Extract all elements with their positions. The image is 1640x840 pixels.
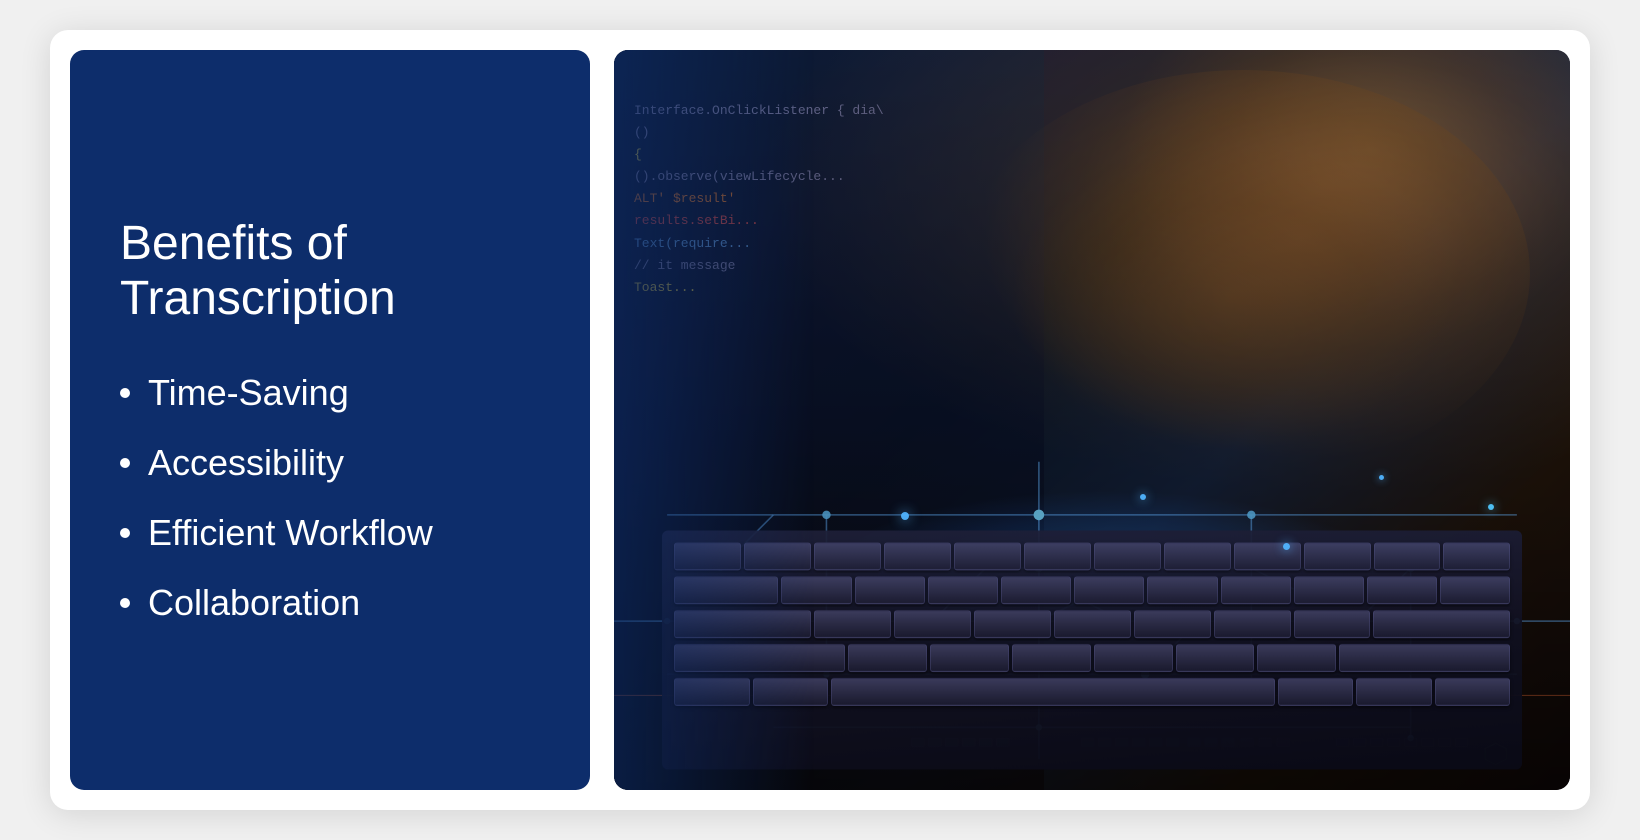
left-panel: Benefits of Transcription Time-Saving Ac… bbox=[70, 50, 590, 790]
bullet-item-efficient-workflow: Efficient Workflow bbox=[120, 512, 540, 554]
bullet-item-accessibility: Accessibility bbox=[120, 442, 540, 484]
glow-dot-2 bbox=[1140, 494, 1146, 500]
bullet-label-collaboration: Collaboration bbox=[148, 582, 360, 624]
bullet-dot bbox=[120, 458, 130, 468]
title-line1: Benefits of bbox=[120, 216, 540, 271]
bullet-list: Time-Saving Accessibility Efficient Work… bbox=[120, 372, 540, 624]
slide-container: Benefits of Transcription Time-Saving Ac… bbox=[50, 30, 1590, 810]
bullet-dot bbox=[120, 598, 130, 608]
bullet-label-accessibility: Accessibility bbox=[148, 442, 344, 484]
glow-dot-1 bbox=[901, 512, 909, 520]
bullet-item-time-saving: Time-Saving bbox=[120, 372, 540, 414]
right-panel: Interface.OnClickListener { dia\ () { ()… bbox=[614, 50, 1570, 790]
bullet-label-efficient-workflow: Efficient Workflow bbox=[148, 512, 433, 554]
bullet-item-collaboration: Collaboration bbox=[120, 582, 540, 624]
left-fade-overlay bbox=[614, 50, 814, 790]
title-line2: Transcription bbox=[120, 271, 540, 326]
image-background: Interface.OnClickListener { dia\ () { ()… bbox=[614, 50, 1570, 790]
bullet-dot bbox=[120, 388, 130, 398]
bullet-dot bbox=[120, 528, 130, 538]
bullet-label-time-saving: Time-Saving bbox=[148, 372, 349, 414]
glow-dot-5 bbox=[1488, 504, 1494, 510]
glow-dot-4 bbox=[1379, 475, 1384, 480]
title-block: Benefits of Transcription bbox=[120, 216, 540, 326]
